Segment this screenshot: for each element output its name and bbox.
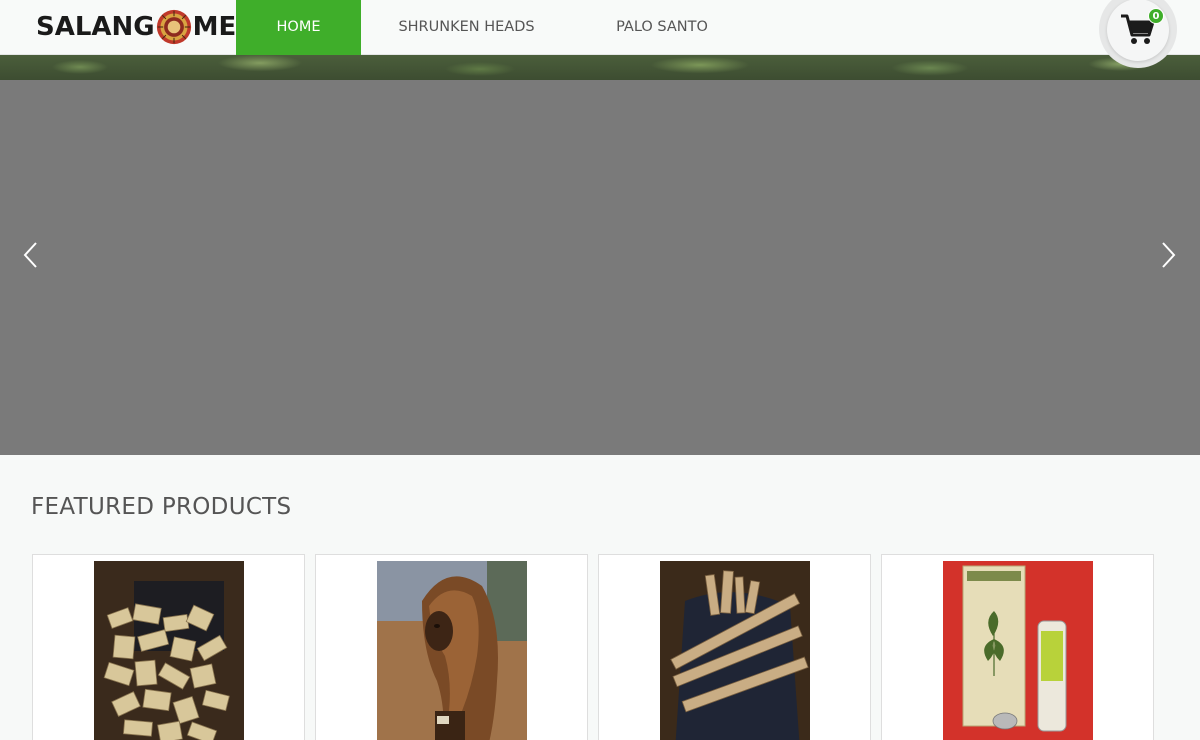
featured-products-heading: FEATURED PRODUCTS (31, 494, 292, 520)
chevron-right-icon[interactable] (1158, 240, 1178, 270)
product-card[interactable] (315, 554, 588, 740)
nav-item-home[interactable]: HOME (236, 0, 361, 55)
palo-santo-oil-photo (943, 561, 1093, 740)
cart-count-badge: 0 (1148, 8, 1164, 24)
hero-slider (0, 80, 1200, 455)
logo-sun-emblem (156, 9, 191, 45)
nav-item-shrunken-heads[interactable]: SHRUNKEN HEADS (361, 0, 572, 55)
product-card[interactable] (598, 554, 871, 740)
main-nav: HOME SHRUNKEN HEADS PALO SANTO (236, 0, 747, 55)
logo-text-left: SALANG (36, 12, 155, 42)
hero-leaf-banner (0, 55, 1200, 80)
nav-item-palo-santo[interactable]: PALO SANTO (577, 0, 747, 55)
product-card[interactable] (881, 554, 1154, 740)
site-header: SALANG ME HOME SHRUNKEN HEADS PALO SANTO (0, 0, 1200, 55)
cart-button-inner: 0 (1107, 0, 1169, 61)
shrunken-head-photo (377, 561, 527, 740)
site-logo[interactable]: SALANG ME (36, 8, 236, 46)
logo-text-right: ME (192, 12, 237, 42)
product-card[interactable] (32, 554, 305, 740)
palo-santo-sticks-photo (660, 561, 810, 740)
chevron-left-icon[interactable] (21, 240, 41, 270)
palo-santo-chips-photo (94, 561, 244, 740)
